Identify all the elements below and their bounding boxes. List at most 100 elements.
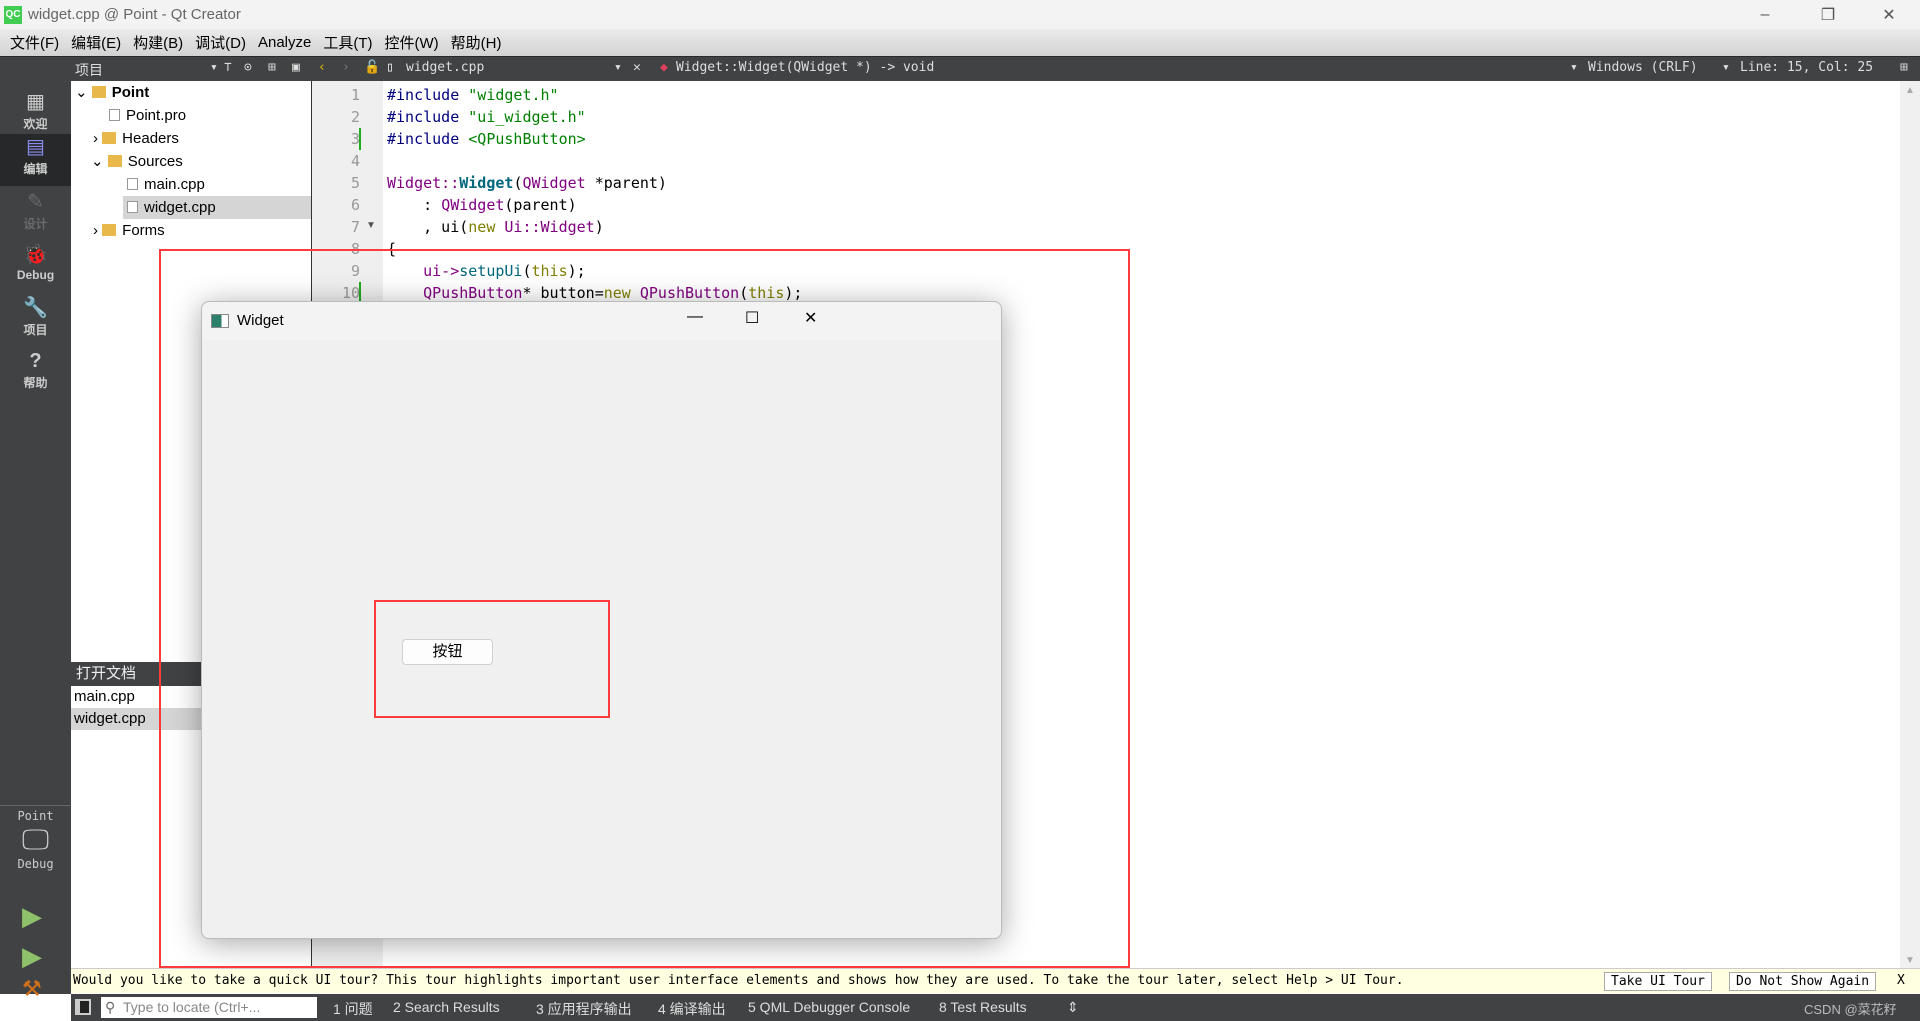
tour-close-button[interactable]: X bbox=[1897, 969, 1905, 993]
window-title: widget.cpp @ Point - Qt Creator bbox=[28, 6, 241, 23]
line-number: 5 bbox=[350, 174, 360, 192]
folder-icon bbox=[91, 86, 106, 98]
file-dropdown-icon[interactable]: ▾ bbox=[614, 60, 622, 75]
line-ending-select[interactable]: Windows (CRLF) bbox=[1588, 60, 1698, 75]
lock-icon: 🔓 bbox=[364, 60, 381, 75]
search-icon: ⚲ bbox=[105, 999, 116, 1015]
tab-search-results[interactable]: 2 Search Results bbox=[393, 999, 500, 1015]
tree-item-headers[interactable]: › Headers bbox=[93, 127, 179, 150]
file-icon bbox=[127, 178, 138, 190]
take-ui-tour-button[interactable]: Take UI Tour bbox=[1604, 972, 1712, 991]
file-icon bbox=[127, 201, 138, 213]
monitor-icon: 🖵 bbox=[22, 823, 49, 856]
more-tabs-icon[interactable]: ⇕ bbox=[1067, 999, 1079, 1016]
close-button[interactable]: ✕ bbox=[1866, 0, 1912, 29]
menu-help[interactable]: 帮助(H) bbox=[445, 32, 508, 53]
annotation-box-window bbox=[159, 249, 1130, 968]
symbol-dropdown-icon[interactable]: ▾ bbox=[1570, 60, 1578, 75]
tree-item-point[interactable]: ⌄ Point bbox=[75, 81, 149, 104]
wrench-icon: 🔧 bbox=[23, 297, 48, 319]
pro-file-icon bbox=[109, 109, 120, 121]
line-number: 4 bbox=[350, 152, 360, 170]
kit-build: Debug bbox=[17, 857, 54, 871]
tree-item-forms[interactable]: › Forms bbox=[93, 219, 165, 242]
fold-arrow-icon[interactable]: ▼ bbox=[366, 220, 376, 231]
pen-icon: ✎ bbox=[27, 191, 44, 213]
menu-controls[interactable]: 控件(W) bbox=[379, 32, 445, 53]
mode-sidebar: ▦ 欢迎 ▤ 编辑 ✎ 设计 🐞 Debug 🔧 项目 ? 帮助 Point 🖵 Debug… bbox=[0, 81, 71, 1001]
menu-analyze[interactable]: Analyze bbox=[252, 34, 317, 51]
tab-compile-output[interactable]: 4 编译输出 bbox=[658, 999, 726, 1019]
menu-edit[interactable]: 编辑(E) bbox=[65, 32, 127, 53]
ui-tour-bar: Would you like to take a quick UI tour? … bbox=[71, 968, 1920, 993]
tab-issues[interactable]: 1 问题 bbox=[333, 999, 373, 1019]
menu-bar: 文件(F) 编辑(E) 构建(B) 调试(D) Analyze 工具(T) 控件… bbox=[0, 29, 1920, 56]
mode-projects[interactable]: 🔧 项目 bbox=[0, 295, 71, 347]
tree-item-sources[interactable]: ⌄ Sources bbox=[91, 150, 183, 173]
do-not-show-again-button[interactable]: Do Not Show Again bbox=[1729, 972, 1877, 991]
file-icon: ▯ bbox=[386, 60, 394, 75]
debug-run-icon[interactable]: ▶ bbox=[22, 941, 42, 972]
tree-item-widget-cpp[interactable]: widget.cpp bbox=[123, 196, 311, 219]
filter-icon[interactable]: ⊤ bbox=[224, 60, 232, 75]
minimize-button[interactable]: – bbox=[1742, 0, 1788, 29]
mode-debug[interactable]: 🐞 Debug bbox=[0, 242, 71, 294]
chevron-right-icon: › bbox=[93, 130, 103, 147]
scroll-down-icon[interactable]: ▼ bbox=[1905, 955, 1915, 966]
tree-item-point-pro[interactable]: Point.pro bbox=[109, 104, 186, 127]
qt-creator-logo: QC bbox=[4, 5, 22, 24]
line-ending-dropdown-icon[interactable]: ▾ bbox=[1722, 60, 1730, 75]
kit-project: Point bbox=[17, 809, 54, 823]
tab-test-results[interactable]: 8 Test Results bbox=[939, 999, 1027, 1015]
tree-item-main-cpp[interactable]: main.cpp bbox=[127, 173, 205, 196]
line-number: 6 bbox=[350, 196, 360, 214]
line-number: 7 bbox=[350, 218, 360, 236]
locate-input[interactable]: ⚲ Type to locate (Ctrl+... bbox=[101, 997, 317, 1018]
menu-build[interactable]: 构建(B) bbox=[127, 32, 189, 53]
toggle-sidebar-icon[interactable] bbox=[75, 999, 91, 1015]
kit-selector[interactable]: Point 🖵 Debug bbox=[0, 809, 71, 899]
folder-icon bbox=[102, 224, 117, 236]
restore-button[interactable]: ❐ bbox=[1805, 0, 1851, 29]
panel-dropdown-icon[interactable]: ▾ bbox=[210, 60, 218, 75]
menu-tools[interactable]: 工具(T) bbox=[317, 32, 378, 53]
tab-application-output[interactable]: 3 应用程序输出 bbox=[536, 999, 632, 1019]
close-panel-icon[interactable]: ▣ bbox=[292, 60, 300, 75]
chevron-right-icon: › bbox=[93, 222, 103, 239]
build-hammer-icon[interactable]: ⚒ bbox=[22, 976, 42, 1002]
grid-icon: ▦ bbox=[26, 91, 45, 113]
folder-icon bbox=[107, 155, 122, 167]
mode-edit[interactable]: ▤ 编辑 bbox=[0, 134, 71, 186]
line-number: 1 bbox=[350, 86, 360, 104]
run-icon[interactable]: ▶ bbox=[22, 901, 42, 932]
mode-help[interactable]: ? 帮助 bbox=[0, 348, 71, 400]
editor-scrollbar[interactable]: ▲ ▼ bbox=[1900, 81, 1920, 970]
menu-file[interactable]: 文件(F) bbox=[4, 32, 65, 53]
mode-design[interactable]: ✎ 设计 bbox=[0, 189, 71, 241]
back-icon[interactable]: ‹ bbox=[318, 60, 326, 75]
split-editor-icon[interactable]: ⊞ bbox=[1900, 60, 1908, 75]
chevron-down-icon: ⌄ bbox=[75, 84, 92, 101]
annotation-box-button bbox=[374, 600, 610, 718]
current-file-select[interactable]: widget.cpp bbox=[406, 60, 484, 75]
menu-debug[interactable]: 调试(D) bbox=[189, 32, 252, 53]
scroll-up-icon[interactable]: ▲ bbox=[1905, 85, 1915, 96]
link-icon[interactable]: ⊙ bbox=[244, 60, 252, 75]
tour-message: Would you like to take a quick UI tour? … bbox=[73, 973, 1404, 988]
watermark: CSDN @菜花籽 bbox=[1804, 1002, 1897, 1017]
symbol-select[interactable]: Widget::Widget(QWidget *) -> void bbox=[676, 60, 934, 75]
editor-toolbar: 项目 ▾ ⊤ ⊙ ⊞ ▣ ‹ › 🔓 ▯ widget.cpp ▾ ✕ ◆ Wi… bbox=[0, 56, 1920, 81]
folder-icon bbox=[102, 132, 117, 144]
edit-icon: ▤ bbox=[26, 136, 45, 158]
tab-qml-debugger-console[interactable]: 5 QML Debugger Console bbox=[748, 999, 910, 1015]
forward-icon[interactable]: › bbox=[342, 60, 350, 75]
line-number: 2 bbox=[350, 108, 360, 126]
chevron-down-icon: ⌄ bbox=[91, 153, 108, 170]
split-icon[interactable]: ⊞ bbox=[268, 60, 276, 75]
symbol-icon: ◆ bbox=[660, 60, 668, 75]
bug-icon: 🐞 bbox=[23, 244, 48, 266]
close-file-icon[interactable]: ✕ bbox=[633, 60, 641, 75]
title-bar: QC widget.cpp @ Point - Qt Creator – ❐ ✕ bbox=[0, 0, 1920, 29]
cursor-position[interactable]: Line: 15, Col: 25 bbox=[1740, 60, 1873, 75]
panel-title-select[interactable]: 项目 bbox=[75, 60, 103, 80]
